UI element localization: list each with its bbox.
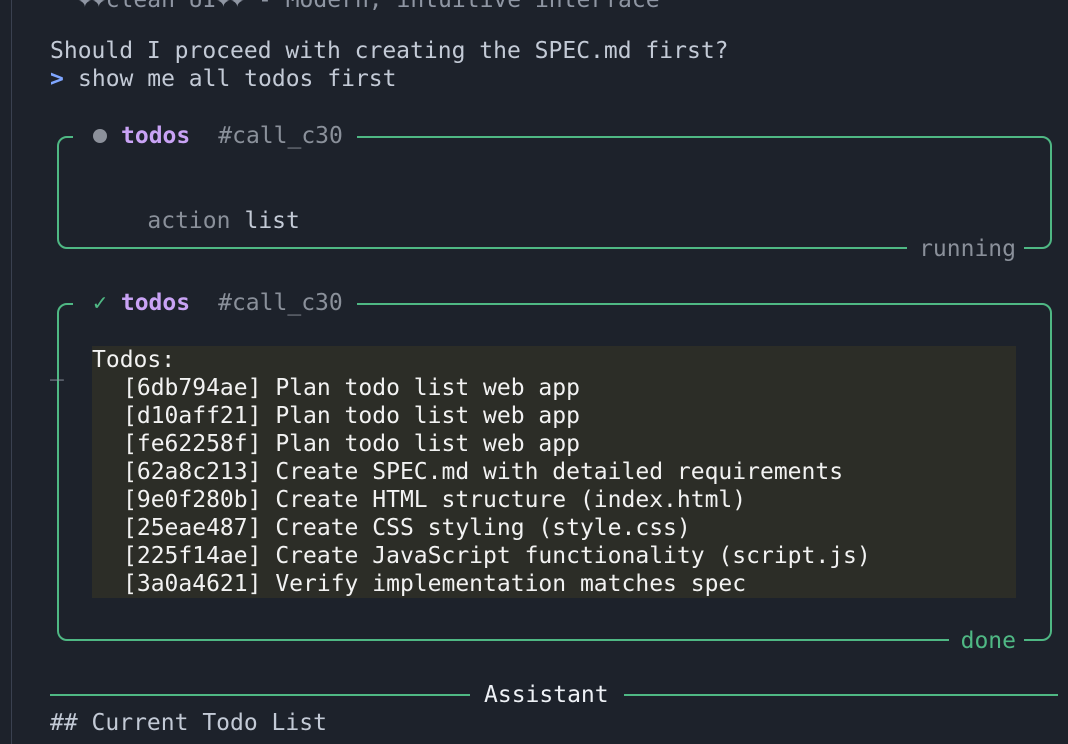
assistant-divider-right [624,694,1058,696]
todo-list-item: [6db794ae] Plan todo list web app [123,375,580,401]
tool-name: todos [121,123,191,149]
prompt-arrow-icon: > [50,66,64,92]
tool-output-block: Todos: [6db794ae] Plan todo list web app… [92,346,1016,598]
assistant-divider-left [50,694,470,696]
tool-call-header: todos #call_c30 [73,121,357,151]
tool-call-id: #call_c30 [218,290,343,316]
tool-call-header: ✓ todos #call_c30 [73,288,357,318]
cursor-marker: _ [50,355,64,381]
tool-call-card-running: todos #call_c30 action list running [57,121,1052,264]
clipped-transcript-line: ✦✦clean UI✦✦ - Modern, intuitive interfa… [78,0,660,13]
tool-argument-row: action list [92,179,300,263]
user-prompt-text: show me all todos first [78,66,397,92]
status-badge-running: running [907,234,1024,264]
todo-list-item: [25eae487] Create CSS styling (style.css… [123,515,691,541]
todo-list-item: [9e0f280b] Create HTML structure (index.… [123,487,747,513]
assistant-heading: ## Current Todo List [50,710,327,736]
todo-list-item: [3a0a4621] Verify implementation matches… [123,571,747,597]
argument-value: list [244,208,300,234]
todo-list-item: [d10aff21] Plan todo list web app [123,403,580,429]
todo-list-item: [225f14ae] Create JavaScript functionali… [123,543,871,569]
todo-list-item: [fe62258f] Plan todo list web app [123,431,580,457]
tool-call-id: #call_c30 [218,123,343,149]
status-badge-done: done [948,626,1024,656]
assistant-divider-title: Assistant [484,682,609,708]
output-title: Todos: [92,347,176,373]
tool-name: todos [120,290,191,316]
dot-icon [93,129,107,143]
left-gutter-rule [11,0,12,744]
check-icon: ✓ [93,290,107,316]
assistant-question: Should I proceed with creating the SPEC.… [50,38,729,64]
argument-key: action [147,208,231,234]
todo-list-item: [62a8c213] Create SPEC.md with detailed … [123,459,844,485]
